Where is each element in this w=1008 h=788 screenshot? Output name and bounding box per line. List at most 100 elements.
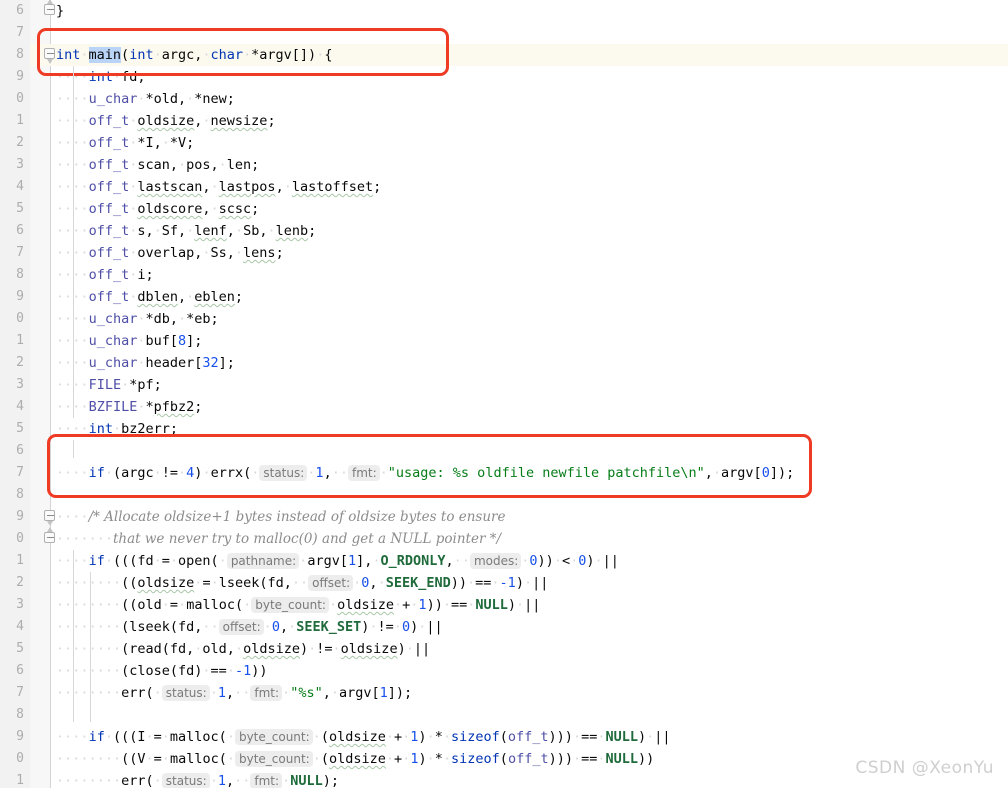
line-number: 8 [16, 47, 24, 62]
code-line[interactable]: 9 ····off_t·dblen,·eblen; [0, 286, 1008, 308]
line-number: 3 [16, 157, 24, 172]
code-line[interactable]: 6 ····off_t·s,·Sf,·lenf,·Sb,·lenb; [0, 220, 1008, 242]
code-line[interactable]: 7 ········err(· status: ·1,·· fmt: ·"%s",·arg… [0, 682, 1008, 704]
code-text[interactable]: ····int·fd; [56, 66, 145, 88]
code-line[interactable]: 5 ····off_t·oldscore,·scsc; [0, 198, 1008, 220]
code-text[interactable]: ····off_t·i; [56, 264, 154, 286]
indent-guide [73, 440, 74, 458]
code-line[interactable]: 3 ········((old·=·malloc(· byte_count: ·old… [0, 594, 1008, 616]
code-text[interactable]: ····int·bz2err; [56, 418, 178, 440]
selected-token[interactable]: main [88, 47, 122, 63]
line-number: 9 [16, 69, 24, 84]
code-text[interactable]: ····off_t·s,·Sf,·lenf,·Sb,·lenb; [56, 220, 316, 242]
code-line[interactable]: 9 ····if·(((I·=·malloc(· byte_count: ·(olds… [0, 726, 1008, 748]
code-text[interactable]: ····if·(((fd·=·open(· pathname: ·argv[1],·… [56, 550, 619, 572]
indent-guide [73, 66, 74, 418]
code-line[interactable]: 2 ········((oldsize·=·lseek(fd,·· offset: ·… [0, 572, 1008, 594]
code-line[interactable]: 8 int·main(int·argc,·char·*argv[])·{ [0, 44, 1008, 66]
fold-end-icon[interactable] [44, 0, 57, 17]
line-number: 8 [16, 267, 24, 282]
code-text[interactable]: } [56, 0, 64, 22]
line-number: 1 [16, 553, 24, 568]
fold-end-icon[interactable] [44, 527, 57, 545]
code-line[interactable]: 6 ········(close(fd)·==·-1)) [0, 660, 1008, 682]
line-number: 2 [16, 575, 24, 590]
code-text[interactable]: ········((V·=·malloc(· byte_count: ·(oldsi… [56, 748, 654, 770]
code-text[interactable]: ····if·(argc·!=·4)·errx(· status: ·1,·· fmt… [56, 462, 794, 484]
code-line[interactable]: 3 ····FILE·*pf; [0, 374, 1008, 396]
line-number: 9 [16, 509, 24, 524]
code-line[interactable]: 3 ····off_t·scan,·pos,·len; [0, 154, 1008, 176]
code-text[interactable]: ····off_t·overlap,·Ss,·lens; [56, 242, 284, 264]
code-text[interactable]: ····if·(((I·=·malloc(· byte_count: ·(oldsi… [56, 726, 671, 748]
line-number: 7 [16, 685, 24, 700]
code-line[interactable]: 8 [0, 704, 1008, 726]
code-text[interactable]: ····u_char·*db,·*eb; [56, 308, 219, 330]
code-line[interactable]: 5 ········(read(fd,·old,·oldsize)·!=·olds… [0, 638, 1008, 660]
code-text[interactable]: ····/* Allocate oldsize+1 bytes instead … [56, 506, 505, 528]
code-text[interactable]: ········((old·=·malloc(· byte_count: ·olds… [56, 594, 540, 616]
code-line[interactable]: 8 ····off_t·i; [0, 264, 1008, 286]
code-line[interactable]: 6} [0, 0, 1008, 22]
code-text[interactable]: ····off_t·lastscan,·lastpos,·lastoffset; [56, 176, 381, 198]
line-number: 4 [16, 179, 24, 194]
code-text[interactable]: ········(close(fd)·==·-1)) [56, 660, 267, 682]
watermark-label: CSDN @XeonYu [855, 758, 994, 778]
line-number: 4 [16, 619, 24, 634]
code-line[interactable]: 2 ····u_char·header[32]; [0, 352, 1008, 374]
code-text[interactable]: ····u_char·header[32]; [56, 352, 235, 374]
fold-collapse-icon[interactable] [44, 510, 57, 526]
code-text[interactable]: ····u_char·*old,·*new; [56, 88, 235, 110]
line-number: 0 [16, 311, 24, 326]
line-number: 2 [16, 355, 24, 370]
fold-collapse-icon[interactable] [44, 48, 57, 64]
line-number: 4 [16, 399, 24, 414]
code-text[interactable]: ····off_t·*I,·*V; [56, 132, 194, 154]
code-text[interactable]: ·······that we never try to malloc(0) an… [56, 528, 501, 550]
line-number: 5 [16, 641, 24, 656]
code-line[interactable]: 4 ········(lseek(fd,·· offset: ·0,·SEEK_SET… [0, 616, 1008, 638]
code-text[interactable]: ····off_t·scan,·pos,·len; [56, 154, 259, 176]
code-text[interactable]: int·main(int·argc,·char·*argv[])·{ [56, 44, 332, 66]
line-number: 0 [16, 531, 24, 546]
code-line[interactable]: 4 ····off_t·lastscan,·lastpos,·lastoffset… [0, 176, 1008, 198]
code-line[interactable]: 0 ····u_char·*db,·*eb; [0, 308, 1008, 330]
code-text[interactable]: ········(lseek(fd,·· offset: ·0,·SEEK_SET)… [56, 616, 443, 638]
line-number: 3 [16, 597, 24, 612]
code-line[interactable]: 6 [0, 440, 1008, 462]
code-text[interactable]: ····off_t·dblen,·eblen; [56, 286, 243, 308]
code-text[interactable]: ····off_t·oldscore,·scsc; [56, 198, 259, 220]
code-text[interactable]: ····BZFILE·*pfbz2; [56, 396, 202, 418]
code-text[interactable]: ········err(· status: ·1,·· fmt: ·"%s",·argv… [56, 682, 412, 704]
line-number: 7 [16, 465, 24, 480]
code-line[interactable]: 7 ····if·(argc·!=·4)·errx(· status: ·1,·· fm… [0, 462, 1008, 484]
code-text[interactable]: ········(read(fd,·old,·oldsize)·!=·oldsi… [56, 638, 430, 660]
code-line[interactable]: 5 ····int·bz2err; [0, 418, 1008, 440]
line-number: 6 [16, 223, 24, 238]
code-line[interactable]: 2 ····off_t·*I,·*V; [0, 132, 1008, 154]
code-text[interactable]: ····FILE·*pf; [56, 374, 162, 396]
code-line[interactable]: 1 ····off_t·oldsize,·newsize; [0, 110, 1008, 132]
code-line[interactable]: 0 ····u_char·*old,·*new; [0, 88, 1008, 110]
code-editor[interactable]: 6} 7 8 int·main(int·argc,·char·*argv[])·{9 ·… [0, 0, 1008, 788]
code-line[interactable]: 4 ····BZFILE·*pfbz2; [0, 396, 1008, 418]
code-text[interactable]: ········err(· status: ·1,·· fmt: ·NULL); [56, 770, 339, 788]
code-text[interactable]: ····off_t·oldsize,·newsize; [56, 110, 276, 132]
code-line[interactable]: 7 [0, 22, 1008, 44]
indent-guide [90, 660, 91, 722]
code-line[interactable]: 7 ····off_t·overlap,·Ss,·lens; [0, 242, 1008, 264]
line-number: 6 [16, 3, 24, 18]
code-line[interactable]: 9 ····/* Allocate oldsize+1 bytes instead… [0, 506, 1008, 528]
code-line[interactable]: 1 ····u_char·buf[8]; [0, 330, 1008, 352]
code-text[interactable]: ····u_char·buf[8]; [56, 330, 202, 352]
line-number: 7 [16, 245, 24, 260]
code-text[interactable]: ········((oldsize·=·lseek(fd,·· offset: ·0… [56, 572, 548, 594]
line-number: 2 [16, 135, 24, 150]
line-number: 9 [16, 289, 24, 304]
code-line[interactable]: 0 ·······that we never try to malloc(0) a… [0, 528, 1008, 550]
line-number: 1 [16, 333, 24, 348]
code-line[interactable]: 8 [0, 484, 1008, 506]
code-line[interactable]: 1 ····if·(((fd·=·open(· pathname: ·argv[1],… [0, 550, 1008, 572]
line-number: 8 [16, 707, 24, 722]
code-line[interactable]: 9 ····int·fd; [0, 66, 1008, 88]
